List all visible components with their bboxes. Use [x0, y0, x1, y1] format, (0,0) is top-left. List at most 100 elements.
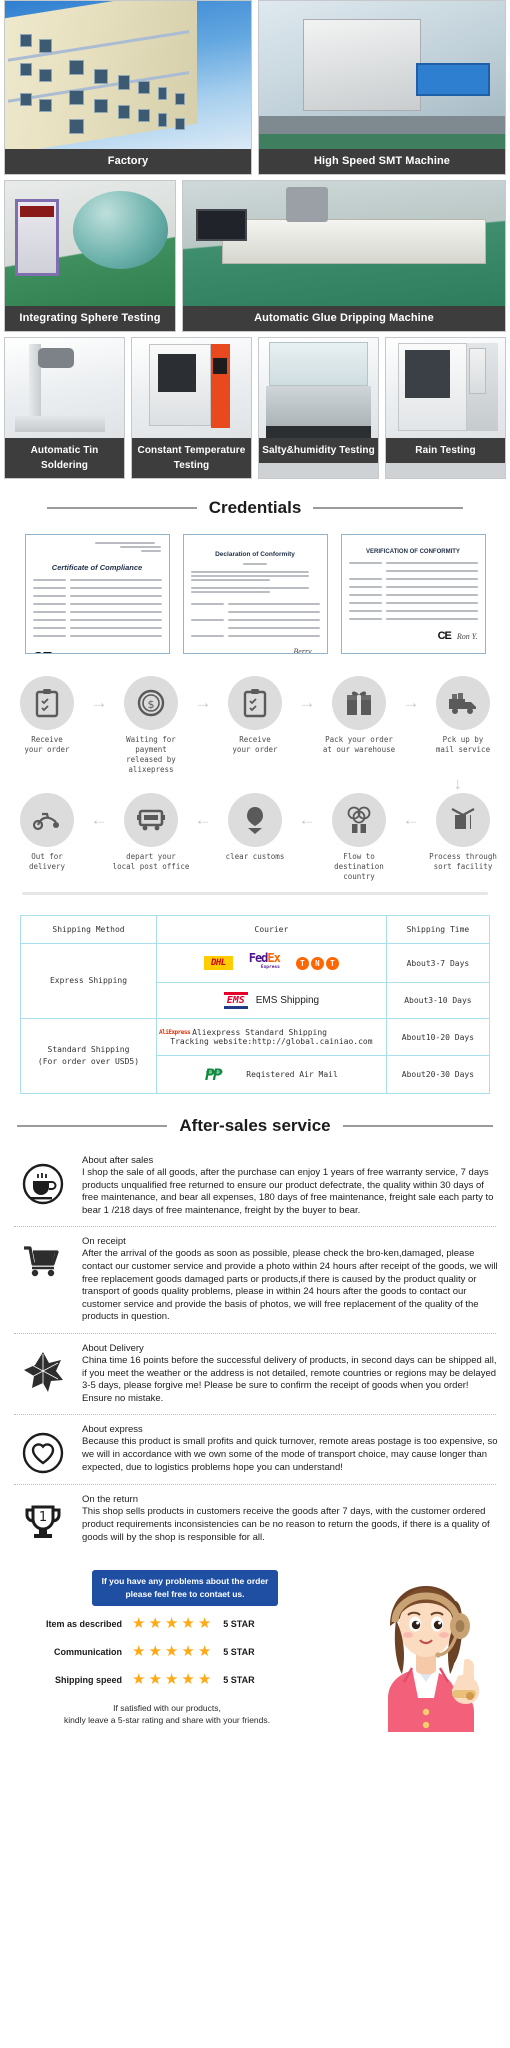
- certificate-title: VERIFICATION OF CONFORMITY: [366, 549, 460, 555]
- verification-of-conformity[interactable]: VERIFICATION OF CONFORMITY CE Ron Y.: [340, 534, 486, 654]
- shopping-cart-icon: [14, 1235, 72, 1281]
- constant-temperature-photo: [132, 338, 251, 438]
- star-burst-icon: [14, 1342, 72, 1392]
- factory-gallery: Factory High Speed SMT Machine Integrati…: [0, 0, 510, 484]
- footer-note-line1: If satisfied with our products,: [113, 1703, 221, 1714]
- flow-step-label: Receive your order: [232, 735, 278, 754]
- clipboard-icon: [20, 676, 74, 730]
- star-icon: ★: [181, 1615, 195, 1633]
- shipping-table: Shipping Method Courier Shipping Time Ex…: [20, 915, 491, 1094]
- section-title: Credentials: [208, 498, 302, 517]
- gallery-row-2: Integrating Sphere Testing Automatic Glu…: [0, 180, 510, 337]
- col-header-method: Shipping Method: [20, 915, 157, 944]
- star-icon: ★: [181, 1671, 195, 1689]
- star-icon: ★: [132, 1615, 146, 1633]
- footer-contact-ratings: If you have any problems about the order…: [0, 1564, 510, 1733]
- aliexpress-label: Aliexpress Standard Shipping: [192, 1028, 327, 1037]
- star-icon: ★: [148, 1643, 162, 1661]
- star-icon: ★: [164, 1643, 179, 1661]
- item-title: About Delivery: [82, 1342, 144, 1354]
- col-header-time: Shipping Time: [385, 915, 491, 944]
- method-standard-shipping: Standard Shipping (For order over USD5): [20, 1018, 157, 1094]
- certificate-of-compliance[interactable]: Certificate of Compliance CE IntlabsSTT: [24, 534, 170, 654]
- star-icon: ★: [181, 1643, 195, 1661]
- integrating-sphere-photo: [5, 181, 175, 306]
- gallery-item-smt[interactable]: High Speed SMT Machine: [258, 0, 506, 175]
- flow-step-process-sort-facility: Process through sort facility: [424, 793, 502, 872]
- certificate-title: Certificate of Compliance: [51, 563, 143, 572]
- after-sales-item-on-receipt: On receipt After the arrival of the good…: [12, 1227, 498, 1333]
- star-icon: ★: [148, 1615, 162, 1633]
- star-icon: ★: [132, 1671, 146, 1689]
- flow-divider: [22, 892, 488, 895]
- rating-row-communication: Communication ★ ★ ★ ★ ★ 5 STAR: [40, 1644, 320, 1659]
- gallery-item-glue-dripping[interactable]: Automatic Glue Dripping Machine: [182, 180, 506, 332]
- star-icon: ★: [197, 1643, 212, 1661]
- item-title: On the return: [82, 1494, 138, 1506]
- gallery-item-salt-humidity[interactable]: Salty&humidity Testing: [258, 337, 379, 479]
- flow-step-label: Out for delivery: [28, 852, 66, 871]
- sorting-facility-icon: [436, 793, 490, 847]
- gallery-caption: High Speed SMT Machine: [259, 149, 505, 174]
- col-header-courier: Courier: [156, 915, 387, 944]
- air-mail-label: Reqistered Air Mail: [246, 1070, 338, 1079]
- rating-label: Item as described: [45, 1618, 122, 1629]
- courier-ems: EMS EMS Shipping: [156, 982, 387, 1019]
- heading-rule-left: [17, 1125, 168, 1127]
- flow-step-label: Process through sort facility: [429, 852, 497, 871]
- heart-circle-icon: [14, 1423, 72, 1475]
- shipping-time: About3-10 Days: [385, 982, 491, 1019]
- star-icon: ★: [164, 1615, 179, 1633]
- rating-value: 5 STAR: [223, 1646, 255, 1657]
- arrow-right-icon: →: [402, 693, 420, 712]
- rating-label: Communication: [53, 1646, 122, 1657]
- star-rating-icon: ★ ★ ★ ★ ★: [132, 1616, 211, 1631]
- courier-air-mail: ₱₱ Reqistered Air Mail: [156, 1055, 387, 1094]
- table-row: Express Shipping DHL FedEx Express TNT Ab…: [20, 943, 491, 1019]
- gallery-item-tin-soldering[interactable]: Automatic Tin Soldering: [4, 337, 125, 479]
- arrow-left-icon: ←: [194, 810, 212, 829]
- item-title: On receipt: [82, 1236, 126, 1248]
- declaration-of-conformity[interactable]: Declaration of Conformity RoHS Berry: [182, 534, 328, 654]
- after-sales-item-about-delivery: About Delivery China time 16 points befo…: [12, 1334, 498, 1414]
- fedex-logo-icon: FedEx Express: [249, 952, 281, 973]
- after-sales-item-on-the-return: 1 On the return This shop sells products…: [12, 1485, 498, 1554]
- flow-step-clear-customs: clear customs: [216, 793, 294, 862]
- star-icon: ★: [148, 1671, 162, 1689]
- star-icon: ★: [164, 1671, 179, 1689]
- gallery-row-1: Factory High Speed SMT Machine: [0, 0, 510, 180]
- gallery-caption: Integrating Sphere Testing: [5, 306, 175, 331]
- ce-mark-icon: CE: [33, 649, 53, 653]
- table-header-row: Shipping Method Courier Shipping Time: [20, 915, 491, 944]
- aliexpress-tracking-url[interactable]: Tracking website:http://global.cainiao.c…: [159, 1037, 384, 1046]
- heading-rule-right: [313, 507, 464, 509]
- flow-row-top: Receive your order → $ Waiting for payme…: [8, 676, 502, 775]
- svg-text:1: 1: [39, 1510, 47, 1525]
- certificate-title: Declaration of Conformity: [215, 551, 295, 558]
- star-rating-icon: ★ ★ ★ ★ ★: [132, 1644, 211, 1659]
- gift-box-icon: [332, 676, 386, 730]
- gallery-item-integrating-sphere[interactable]: Integrating Sphere Testing: [4, 180, 176, 332]
- gallery-row-3: Automatic Tin Soldering Constant Tempera…: [0, 337, 510, 484]
- after-sales-heading: After-sales service: [0, 1102, 510, 1146]
- flow-step-flow-to-destination: Flow to destination country: [320, 793, 398, 882]
- contact-banner[interactable]: If you have any problems about the order…: [92, 1570, 278, 1607]
- china-post-logo-icon: ₱₱: [205, 1065, 222, 1084]
- smt-photo: [259, 1, 505, 149]
- aliexpress-logo-icon: AliExpress: [159, 1029, 191, 1036]
- signature: IntlabsSTT: [126, 653, 161, 654]
- item-text: This shop sells products in customers re…: [82, 1506, 490, 1543]
- item-text: China time 16 points before the successf…: [82, 1354, 497, 1404]
- gallery-item-constant-temperature[interactable]: Constant Temperature Testing: [131, 337, 252, 479]
- gallery-item-factory[interactable]: Factory: [4, 0, 252, 175]
- arrow-left-icon: ←: [298, 810, 316, 829]
- flow-step-label: Receive your order: [24, 735, 70, 754]
- gallery-caption: Constant Temperature Testing: [132, 438, 251, 478]
- shipping-table-wrap: Shipping Method Courier Shipping Time Ex…: [0, 899, 510, 1102]
- flow-step-receive-order-1: Receive your order: [8, 676, 86, 755]
- footer-note: If satisfied with our products, kindly l…: [22, 1702, 312, 1726]
- ems-logo-icon: EMS: [223, 992, 248, 1009]
- gallery-item-rain-testing[interactable]: Rain Testing: [385, 337, 506, 479]
- ems-label: EMS Shipping: [255, 995, 320, 1006]
- rating-value: 5 STAR: [223, 1618, 255, 1629]
